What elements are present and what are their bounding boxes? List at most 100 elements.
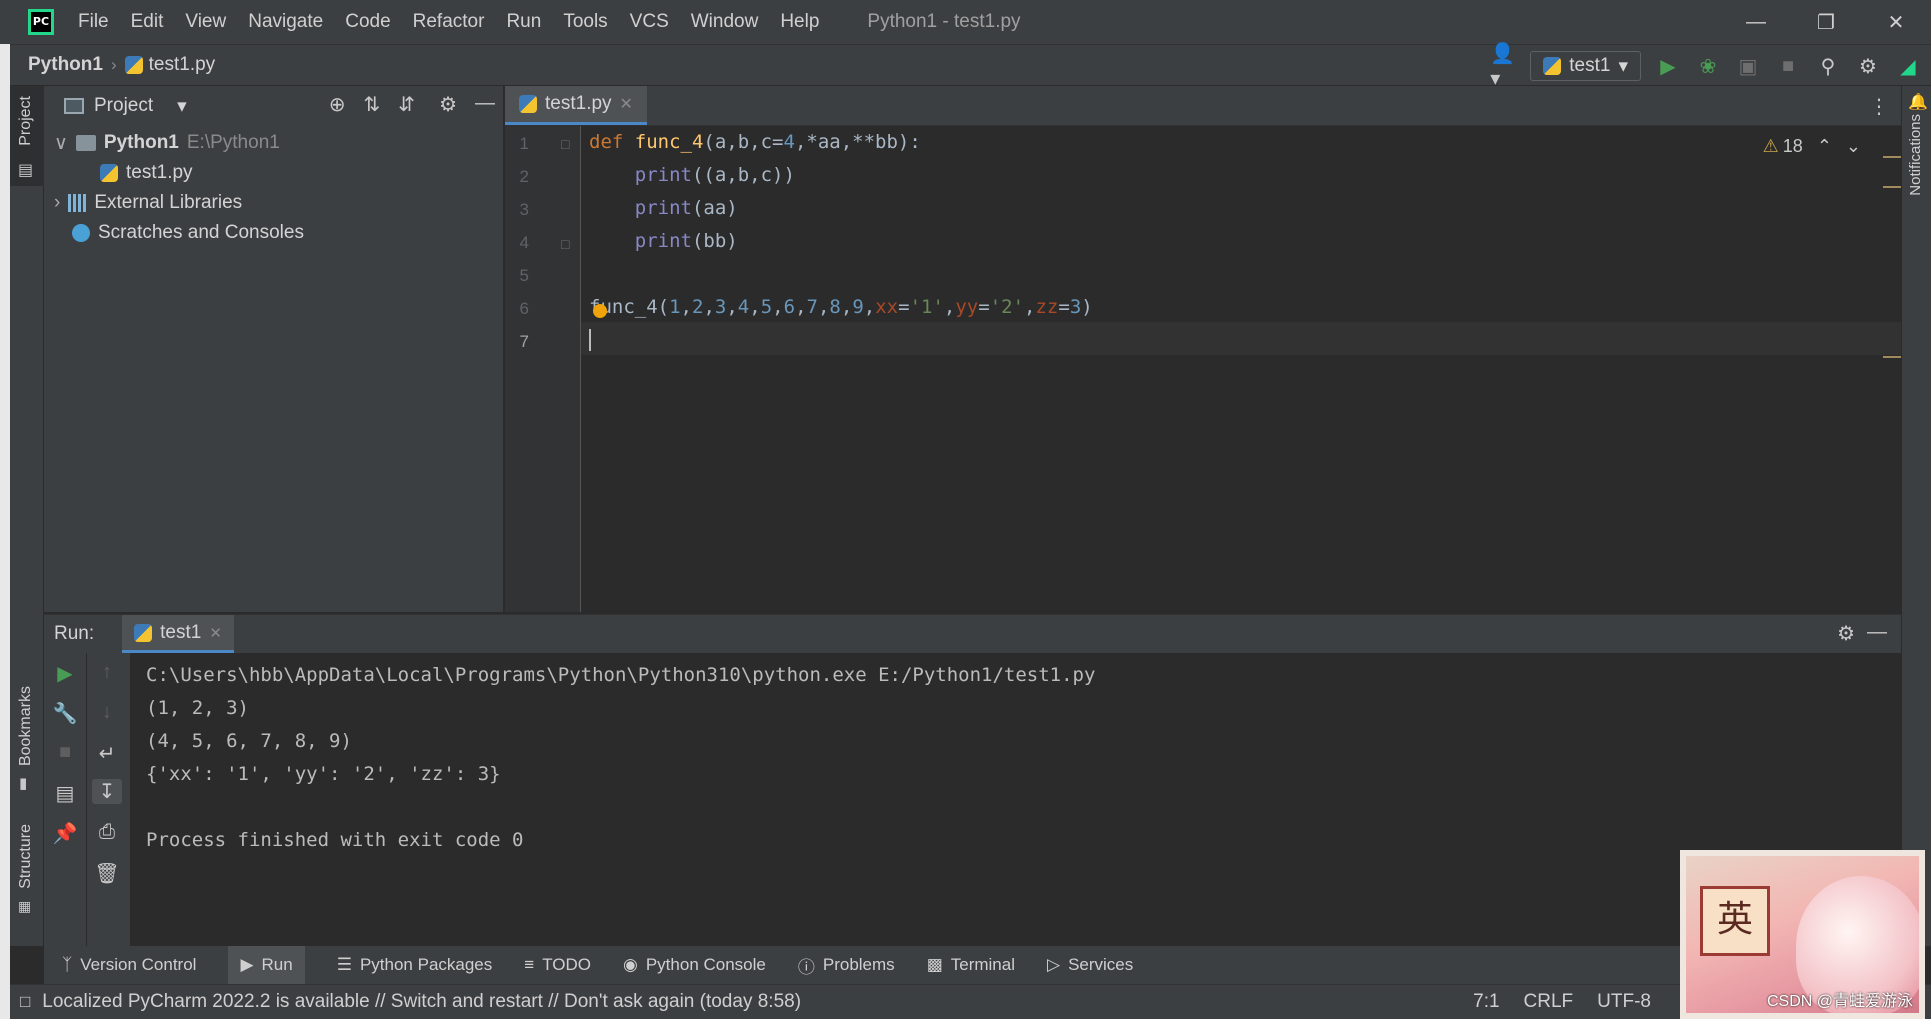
- run-tab-test1[interactable]: test1 ✕: [122, 615, 234, 653]
- minimize-icon[interactable]: —: [1721, 0, 1791, 44]
- notifications-bell-icon[interactable]: 🔔: [1908, 92, 1928, 112]
- soft-wrap-icon[interactable]: ↵: [92, 741, 122, 766]
- close-icon[interactable]: ✕: [1861, 0, 1931, 44]
- run-settings-gear-icon[interactable]: ⚙: [1837, 621, 1855, 646]
- hide-panel-icon[interactable]: —: [475, 92, 495, 117]
- tab-problems[interactable]: ⓘ Problems: [798, 946, 895, 984]
- warning-stripe[interactable]: [1883, 156, 1901, 158]
- code-line-6: func_4(1,2,3,4,5,6,7,8,9,xx='1',yy='2',z…: [589, 296, 1093, 318]
- file-encoding[interactable]: UTF-8: [1597, 991, 1651, 1013]
- hide-run-panel-icon[interactable]: —: [1867, 621, 1887, 644]
- warning-stripe[interactable]: [1883, 186, 1901, 188]
- next-highlight-icon[interactable]: ⌄: [1846, 136, 1861, 157]
- fold-icon[interactable]: □: [561, 136, 569, 152]
- warning-stripe[interactable]: [1883, 356, 1901, 358]
- run-tab-label: test1: [160, 621, 202, 643]
- project-tree: ∨ Python1 E:\Python1 test1.py › External…: [44, 128, 503, 248]
- run-icon[interactable]: ▶: [1655, 53, 1681, 79]
- intention-bulb-icon[interactable]: [593, 304, 607, 318]
- stop-icon[interactable]: ■: [50, 741, 80, 764]
- close-tab-icon[interactable]: ✕: [209, 624, 222, 642]
- status-message[interactable]: Localized PyCharm 2022.2 is available //…: [42, 991, 801, 1013]
- menu-run[interactable]: Run: [506, 11, 541, 33]
- menu-vcs[interactable]: VCS: [630, 11, 669, 33]
- chevron-down-icon[interactable]: ∨: [54, 132, 68, 155]
- restore-icon[interactable]: ❐: [1791, 0, 1861, 44]
- settings-gear-icon[interactable]: ⚙: [1855, 53, 1881, 79]
- tree-item-root[interactable]: ∨ Python1 E:\Python1: [44, 128, 503, 158]
- notifications-tool-label[interactable]: Notifications: [1907, 114, 1924, 196]
- tab-python-packages[interactable]: ☰ Python Packages: [337, 946, 493, 984]
- avatar-badge: 英: [1700, 886, 1770, 956]
- menu-window[interactable]: Window: [691, 11, 759, 33]
- tab-terminal[interactable]: ▩ Terminal: [927, 946, 1015, 984]
- tab-services[interactable]: ▷ Services: [1047, 946, 1133, 984]
- user-icon[interactable]: 👤▾: [1490, 43, 1516, 90]
- warning-icon: ⚠: [1762, 136, 1779, 156]
- structure-icon[interactable]: ▦: [18, 898, 31, 915]
- coverage-icon[interactable]: ▣: [1735, 53, 1761, 79]
- close-tab-icon[interactable]: ✕: [620, 94, 633, 114]
- line-separator[interactable]: CRLF: [1524, 991, 1574, 1013]
- tree-item-external-libraries[interactable]: › External Libraries: [44, 188, 503, 218]
- run-configuration-select[interactable]: test1 ▾: [1530, 51, 1641, 81]
- collapse-all-icon[interactable]: ⇵: [398, 92, 415, 117]
- menu-code[interactable]: Code: [345, 11, 390, 33]
- project-panel-title[interactable]: Project: [94, 95, 153, 117]
- locate-file-icon[interactable]: ⊕: [329, 92, 346, 117]
- tree-item-scratches[interactable]: Scratches and Consoles: [44, 218, 503, 248]
- editor-tab-test1[interactable]: test1.py ✕: [505, 86, 647, 125]
- previous-highlight-icon[interactable]: ⌃: [1817, 136, 1832, 157]
- project-panel-tools: ⊕ ⇅ ⇵ ⚙ —: [329, 92, 495, 117]
- console-output[interactable]: C:\Users\hbb\AppData\Local\Programs\Pyth…: [146, 659, 1095, 857]
- tab-version-control[interactable]: ᛉ Version Control: [62, 946, 196, 984]
- expand-all-icon[interactable]: ⇅: [364, 92, 381, 117]
- python-file-icon: [124, 56, 143, 74]
- structure-tool-label[interactable]: Structure: [17, 824, 35, 889]
- print-icon[interactable]: ⎙: [92, 821, 122, 844]
- debug-icon[interactable]: ❀: [1695, 53, 1721, 79]
- bookmark-icon[interactable]: ▮: [19, 774, 27, 792]
- tab-python-console[interactable]: ◉ Python Console: [623, 946, 766, 984]
- breadcrumb-file[interactable]: test1.py: [124, 54, 215, 76]
- status-widgets: 7:1 CRLF UTF-8: [1473, 991, 1651, 1013]
- code-area[interactable]: def func_4(a,b,c=4,*aa,**bb): print((a,b…: [581, 126, 1901, 612]
- tab-todo[interactable]: ≡ TODO: [524, 946, 591, 984]
- menu-view[interactable]: View: [185, 11, 226, 33]
- scroll-to-end-icon[interactable]: ↧: [92, 779, 122, 804]
- bookmarks-tool-label[interactable]: Bookmarks: [17, 686, 35, 766]
- down-arrow-icon[interactable]: ↓: [92, 701, 122, 724]
- tree-item-file[interactable]: test1.py: [44, 158, 503, 188]
- project-tool-button[interactable]: Project ▤: [10, 86, 44, 186]
- python-icon: [1543, 57, 1562, 75]
- rerun-icon[interactable]: ▶: [50, 661, 80, 686]
- up-arrow-icon[interactable]: ↑: [92, 661, 122, 684]
- trash-icon[interactable]: 🗑: [92, 861, 122, 886]
- status-toggle-icon[interactable]: □: [20, 992, 30, 1012]
- pin-icon[interactable]: 📌: [50, 821, 80, 846]
- stop-icon[interactable]: ■: [1775, 53, 1801, 79]
- chevron-down-icon[interactable]: ▾: [177, 95, 187, 118]
- chevron-down-icon: ▾: [1618, 55, 1628, 77]
- menu-help[interactable]: Help: [780, 11, 819, 33]
- layout-icon[interactable]: ▤: [50, 781, 80, 806]
- caret-position[interactable]: 7:1: [1473, 991, 1499, 1013]
- menu-navigate[interactable]: Navigate: [248, 11, 323, 33]
- panel-settings-gear-icon[interactable]: ⚙: [439, 92, 457, 117]
- jetbrains-toolbox-icon[interactable]: ◢: [1895, 53, 1921, 79]
- chevron-right-icon[interactable]: ›: [54, 192, 60, 214]
- line-number: 7: [519, 332, 529, 351]
- more-options-icon[interactable]: ⋮: [1869, 94, 1889, 119]
- tab-run[interactable]: ▶ Run: [228, 946, 305, 984]
- menu-file[interactable]: File: [78, 11, 109, 33]
- menu-refactor[interactable]: Refactor: [413, 11, 485, 33]
- wrench-icon[interactable]: 🔧: [50, 701, 80, 726]
- menu-edit[interactable]: Edit: [131, 11, 164, 33]
- search-icon[interactable]: ⚲: [1815, 53, 1841, 79]
- inspection-widget[interactable]: ⚠ 18 ⌃ ⌄: [1763, 136, 1861, 157]
- breadcrumb-project[interactable]: Python1: [28, 54, 103, 76]
- menu-tools[interactable]: Tools: [563, 11, 607, 33]
- fold-end-icon[interactable]: □: [561, 236, 569, 252]
- python-icon: [134, 623, 153, 642]
